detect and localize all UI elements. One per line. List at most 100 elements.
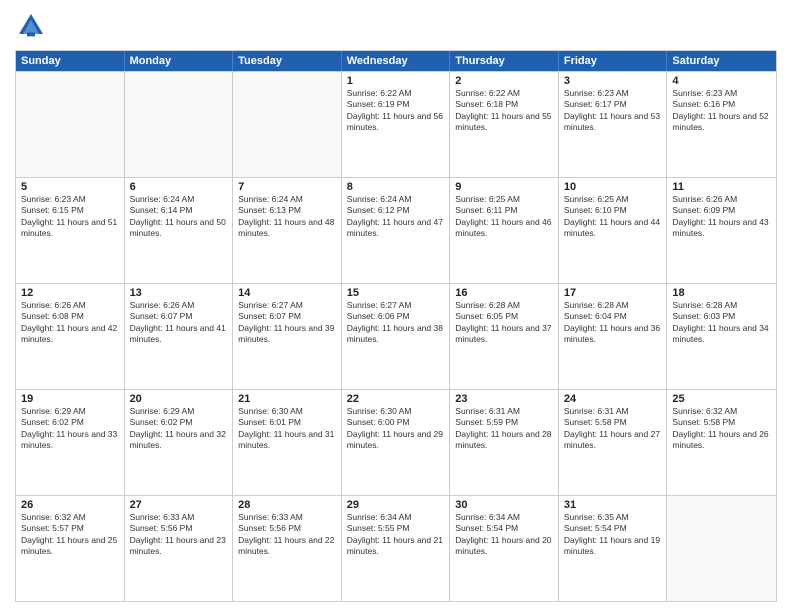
calendar-cell: 20Sunrise: 6:29 AM Sunset: 6:02 PM Dayli… [125, 390, 234, 495]
cell-info: Sunrise: 6:34 AM Sunset: 5:55 PM Dayligh… [347, 512, 445, 558]
cell-info: Sunrise: 6:27 AM Sunset: 6:07 PM Dayligh… [238, 300, 336, 346]
calendar-cell: 14Sunrise: 6:27 AM Sunset: 6:07 PM Dayli… [233, 284, 342, 389]
cell-info: Sunrise: 6:23 AM Sunset: 6:16 PM Dayligh… [672, 88, 771, 134]
calendar-cell: 13Sunrise: 6:26 AM Sunset: 6:07 PM Dayli… [125, 284, 234, 389]
day-number: 10 [564, 181, 662, 193]
calendar-cell: 11Sunrise: 6:26 AM Sunset: 6:09 PM Dayli… [667, 178, 776, 283]
day-number: 13 [130, 287, 228, 299]
calendar-cell: 16Sunrise: 6:28 AM Sunset: 6:05 PM Dayli… [450, 284, 559, 389]
calendar-cell: 26Sunrise: 6:32 AM Sunset: 5:57 PM Dayli… [16, 496, 125, 601]
cell-info: Sunrise: 6:24 AM Sunset: 6:12 PM Dayligh… [347, 194, 445, 240]
calendar-cell: 19Sunrise: 6:29 AM Sunset: 6:02 PM Dayli… [16, 390, 125, 495]
cell-info: Sunrise: 6:33 AM Sunset: 5:56 PM Dayligh… [130, 512, 228, 558]
day-number: 21 [238, 393, 336, 405]
cell-info: Sunrise: 6:31 AM Sunset: 5:59 PM Dayligh… [455, 406, 553, 452]
day-number: 26 [21, 499, 119, 511]
calendar-row: 26Sunrise: 6:32 AM Sunset: 5:57 PM Dayli… [16, 495, 776, 601]
calendar-cell: 30Sunrise: 6:34 AM Sunset: 5:54 PM Dayli… [450, 496, 559, 601]
cell-info: Sunrise: 6:22 AM Sunset: 6:19 PM Dayligh… [347, 88, 445, 134]
cell-info: Sunrise: 6:26 AM Sunset: 6:09 PM Dayligh… [672, 194, 771, 240]
day-number: 6 [130, 181, 228, 193]
day-number: 12 [21, 287, 119, 299]
weekday-header: Tuesday [233, 51, 342, 71]
cell-info: Sunrise: 6:30 AM Sunset: 6:00 PM Dayligh… [347, 406, 445, 452]
cell-info: Sunrise: 6:23 AM Sunset: 6:17 PM Dayligh… [564, 88, 662, 134]
cell-info: Sunrise: 6:31 AM Sunset: 5:58 PM Dayligh… [564, 406, 662, 452]
calendar-cell: 22Sunrise: 6:30 AM Sunset: 6:00 PM Dayli… [342, 390, 451, 495]
calendar-cell: 21Sunrise: 6:30 AM Sunset: 6:01 PM Dayli… [233, 390, 342, 495]
day-number: 1 [347, 75, 445, 87]
weekday-header: Friday [559, 51, 668, 71]
day-number: 17 [564, 287, 662, 299]
day-number: 15 [347, 287, 445, 299]
weekday-header: Wednesday [342, 51, 451, 71]
calendar-cell: 31Sunrise: 6:35 AM Sunset: 5:54 PM Dayli… [559, 496, 668, 601]
cell-info: Sunrise: 6:22 AM Sunset: 6:18 PM Dayligh… [455, 88, 553, 134]
calendar-body: 1Sunrise: 6:22 AM Sunset: 6:19 PM Daylig… [16, 71, 776, 601]
calendar: SundayMondayTuesdayWednesdayThursdayFrid… [15, 50, 777, 602]
logo [15, 10, 51, 42]
day-number: 20 [130, 393, 228, 405]
day-number: 24 [564, 393, 662, 405]
day-number: 14 [238, 287, 336, 299]
day-number: 25 [672, 393, 771, 405]
day-number: 8 [347, 181, 445, 193]
day-number: 22 [347, 393, 445, 405]
calendar-cell: 17Sunrise: 6:28 AM Sunset: 6:04 PM Dayli… [559, 284, 668, 389]
cell-info: Sunrise: 6:26 AM Sunset: 6:08 PM Dayligh… [21, 300, 119, 346]
day-number: 18 [672, 287, 771, 299]
cell-info: Sunrise: 6:27 AM Sunset: 6:06 PM Dayligh… [347, 300, 445, 346]
weekday-header: Sunday [16, 51, 125, 71]
calendar-row: 19Sunrise: 6:29 AM Sunset: 6:02 PM Dayli… [16, 389, 776, 495]
calendar-cell: 9Sunrise: 6:25 AM Sunset: 6:11 PM Daylig… [450, 178, 559, 283]
calendar-cell: 23Sunrise: 6:31 AM Sunset: 5:59 PM Dayli… [450, 390, 559, 495]
logo-icon [15, 10, 47, 42]
calendar-row: 1Sunrise: 6:22 AM Sunset: 6:19 PM Daylig… [16, 71, 776, 177]
weekday-header: Monday [125, 51, 234, 71]
header [15, 10, 777, 42]
page: SundayMondayTuesdayWednesdayThursdayFrid… [0, 0, 792, 612]
calendar-cell: 8Sunrise: 6:24 AM Sunset: 6:12 PM Daylig… [342, 178, 451, 283]
cell-info: Sunrise: 6:30 AM Sunset: 6:01 PM Dayligh… [238, 406, 336, 452]
day-number: 2 [455, 75, 553, 87]
calendar-cell [667, 496, 776, 601]
cell-info: Sunrise: 6:24 AM Sunset: 6:13 PM Dayligh… [238, 194, 336, 240]
cell-info: Sunrise: 6:23 AM Sunset: 6:15 PM Dayligh… [21, 194, 119, 240]
calendar-cell: 2Sunrise: 6:22 AM Sunset: 6:18 PM Daylig… [450, 72, 559, 177]
day-number: 3 [564, 75, 662, 87]
cell-info: Sunrise: 6:28 AM Sunset: 6:03 PM Dayligh… [672, 300, 771, 346]
day-number: 16 [455, 287, 553, 299]
cell-info: Sunrise: 6:29 AM Sunset: 6:02 PM Dayligh… [21, 406, 119, 452]
day-number: 5 [21, 181, 119, 193]
calendar-cell: 29Sunrise: 6:34 AM Sunset: 5:55 PM Dayli… [342, 496, 451, 601]
calendar-cell [125, 72, 234, 177]
cell-info: Sunrise: 6:28 AM Sunset: 6:05 PM Dayligh… [455, 300, 553, 346]
cell-info: Sunrise: 6:26 AM Sunset: 6:07 PM Dayligh… [130, 300, 228, 346]
cell-info: Sunrise: 6:24 AM Sunset: 6:14 PM Dayligh… [130, 194, 228, 240]
cell-info: Sunrise: 6:29 AM Sunset: 6:02 PM Dayligh… [130, 406, 228, 452]
calendar-cell: 28Sunrise: 6:33 AM Sunset: 5:56 PM Dayli… [233, 496, 342, 601]
day-number: 27 [130, 499, 228, 511]
cell-info: Sunrise: 6:34 AM Sunset: 5:54 PM Dayligh… [455, 512, 553, 558]
calendar-cell: 27Sunrise: 6:33 AM Sunset: 5:56 PM Dayli… [125, 496, 234, 601]
calendar-cell: 24Sunrise: 6:31 AM Sunset: 5:58 PM Dayli… [559, 390, 668, 495]
calendar-row: 12Sunrise: 6:26 AM Sunset: 6:08 PM Dayli… [16, 283, 776, 389]
calendar-cell: 12Sunrise: 6:26 AM Sunset: 6:08 PM Dayli… [16, 284, 125, 389]
calendar-cell: 15Sunrise: 6:27 AM Sunset: 6:06 PM Dayli… [342, 284, 451, 389]
day-number: 9 [455, 181, 553, 193]
calendar-cell: 6Sunrise: 6:24 AM Sunset: 6:14 PM Daylig… [125, 178, 234, 283]
calendar-cell: 3Sunrise: 6:23 AM Sunset: 6:17 PM Daylig… [559, 72, 668, 177]
day-number: 19 [21, 393, 119, 405]
calendar-row: 5Sunrise: 6:23 AM Sunset: 6:15 PM Daylig… [16, 177, 776, 283]
calendar-cell: 25Sunrise: 6:32 AM Sunset: 5:58 PM Dayli… [667, 390, 776, 495]
calendar-cell: 4Sunrise: 6:23 AM Sunset: 6:16 PM Daylig… [667, 72, 776, 177]
day-number: 7 [238, 181, 336, 193]
calendar-cell: 5Sunrise: 6:23 AM Sunset: 6:15 PM Daylig… [16, 178, 125, 283]
calendar-cell [16, 72, 125, 177]
calendar-cell: 18Sunrise: 6:28 AM Sunset: 6:03 PM Dayli… [667, 284, 776, 389]
day-number: 29 [347, 499, 445, 511]
calendar-cell [233, 72, 342, 177]
calendar-cell: 1Sunrise: 6:22 AM Sunset: 6:19 PM Daylig… [342, 72, 451, 177]
day-number: 28 [238, 499, 336, 511]
cell-info: Sunrise: 6:32 AM Sunset: 5:57 PM Dayligh… [21, 512, 119, 558]
